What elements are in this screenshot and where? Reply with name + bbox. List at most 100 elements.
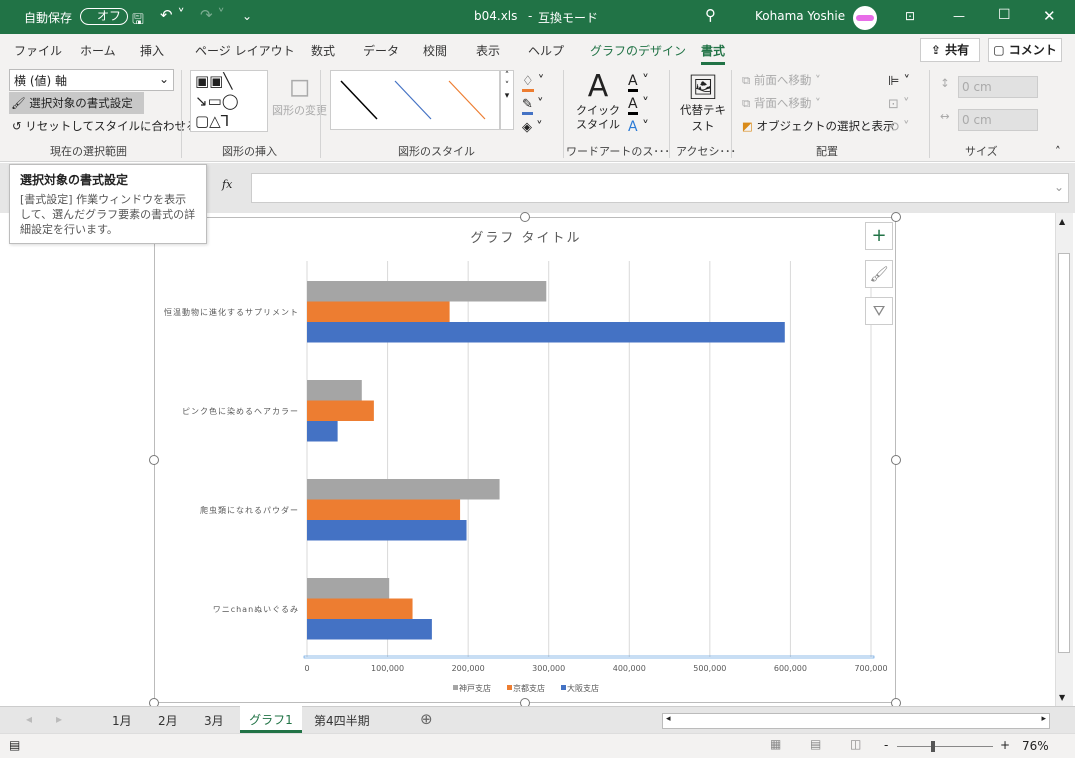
sheet-tab[interactable]: 2月 [158,712,178,729]
user-name[interactable]: Kohama Yoshie [755,9,845,23]
width-input[interactable]: 0 cm [958,109,1038,131]
bar[interactable] [307,578,390,599]
align-group-rotate[interactable]: ⊫ ˅ ⊡ ˅ ⟲ ˅ [888,70,910,139]
sheet-tab[interactable]: 1月 [112,712,132,729]
tab-page-layout[interactable]: ページ レイアウト [195,42,295,59]
zoom-in-button[interactable]: + [1000,738,1010,752]
tick-label[interactable]: 100,000 [371,664,404,673]
tab-formulas[interactable]: 数式 [311,42,335,59]
category-label[interactable]: ワニchanぬいぐるみ [213,605,299,614]
tick-label[interactable]: 0 [304,664,309,673]
legend-entry[interactable]: 神戸支店 [459,683,491,693]
bar[interactable] [307,301,450,323]
tick-label[interactable]: 600,000 [774,664,807,673]
gallery-scroll[interactable]: ˄ ˅ ▾ [500,70,514,130]
bar[interactable] [307,400,374,422]
text-effects-icon[interactable]: A [628,119,638,135]
redo-icon[interactable]: ↷ ˅ [200,6,225,24]
collapse-ribbon-icon[interactable]: ˄ [1055,144,1061,158]
bring-forward-button[interactable]: ⧉ 前面へ移動 ˅ [742,72,821,88]
tab-data[interactable]: データ [363,42,399,59]
text-fill-icon[interactable]: A [628,73,638,92]
bar[interactable] [307,499,461,521]
sheet-tab-active[interactable]: グラフ1 [240,706,302,733]
text-fill-outline-effects[interactable]: A ˅ A ˅ A ˅ [628,70,649,139]
zoom-out-button[interactable]: - [884,738,888,752]
legend-swatch[interactable] [453,685,458,690]
fx-icon[interactable]: fx [222,178,232,191]
chart-styles-button[interactable]: 🖌 [865,260,893,288]
legend-swatch[interactable] [561,685,566,690]
group-icon[interactable]: ⊡ ˅ [888,97,910,112]
add-sheet-icon[interactable]: ⊕ [420,710,433,728]
save-icon[interactable]: 🖫 [132,9,144,33]
resize-handle[interactable] [149,455,159,465]
resize-handle[interactable] [891,455,901,465]
bar[interactable] [307,619,432,640]
resize-handle[interactable] [520,212,530,222]
rotate-icon[interactable]: ⟲ ˅ [888,120,910,135]
next-sheet-icon[interactable]: ▸ [56,712,62,726]
bar[interactable] [307,322,785,343]
quick-styles-button[interactable]: A クイック スタイル [572,70,624,132]
share-button[interactable]: ⇪ 共有 [920,38,980,62]
comment-button[interactable]: ▢ コメント [988,38,1062,62]
close-icon[interactable]: ✕ [1043,7,1056,25]
macro-record-icon[interactable]: ▤ [9,738,20,752]
axis-selection[interactable] [303,655,875,659]
tick-label[interactable]: 200,000 [452,664,485,673]
tick-label[interactable]: 500,000 [693,664,726,673]
shape-fill-icon[interactable]: ♢ [522,74,534,92]
shape-outline-icon[interactable]: ✎ [522,97,533,115]
format-selection-button[interactable]: 🖌 選択対象の書式設定 [9,92,144,114]
text-outline-icon[interactable]: A [628,96,638,115]
normal-view-icon[interactable]: ▦ [770,737,781,751]
sheet-tab[interactable]: 3月 [204,712,224,729]
page-layout-view-icon[interactable]: ▤ [810,737,821,751]
chart-area[interactable]: グラフ タイトル 恒温動物に進化するサプリメント ピンク色に染めるヘアカラー 爬虫類… [154,217,896,703]
ribbon-display-icon[interactable]: ⊡ [905,9,915,23]
shape-effects-icon[interactable]: ◈ [522,120,532,135]
chart-elements-button[interactable]: + [865,222,893,250]
height-input[interactable]: 0 cm [958,76,1038,98]
tick-label[interactable]: 400,000 [613,664,646,673]
tab-format[interactable]: 書式 [701,42,726,65]
tab-view[interactable]: 表示 [476,42,500,59]
mode-label[interactable]: 互換モード [538,9,598,26]
search-icon[interactable]: ⚲ [705,6,716,24]
tab-chart-design[interactable]: グラフのデザイン [590,42,686,59]
resize-handle[interactable] [891,212,901,222]
maximize-icon[interactable]: ☐ [998,7,1011,23]
chart-filters-button[interactable]: ⛛ [865,297,893,325]
bar[interactable] [307,598,413,620]
zoom-level[interactable]: 76% [1022,739,1049,753]
tab-home[interactable]: ホーム [80,42,116,59]
tab-file[interactable]: ファイル [14,42,62,59]
tab-review[interactable]: 校閲 [423,42,447,59]
minimize-icon[interactable]: — [953,9,965,23]
avatar[interactable] [853,6,877,30]
prev-sheet-icon[interactable]: ◂ [26,712,32,726]
send-backward-button[interactable]: ⧉ 背面へ移動 ˅ [742,95,821,111]
reset-style-button[interactable]: ↺ リセットしてスタイルに合わせる [12,118,197,134]
align-icon[interactable]: ⊫ [888,74,899,89]
change-shape-button[interactable]: ◻ 図形の変更 [272,72,327,118]
zoom-slider[interactable] [897,741,993,752]
horizontal-scrollbar[interactable]: ◂ ▸ [662,713,1050,729]
bar[interactable] [307,520,467,541]
category-label[interactable]: ピンク色に染めるヘアカラー [182,406,299,416]
formula-input[interactable]: ⌄ [251,173,1069,203]
vertical-scrollbar[interactable]: ▲ ▼ [1055,213,1073,706]
category-label[interactable]: 恒温動物に進化するサプリメント [164,307,299,317]
shape-style-gallery[interactable] [330,70,500,130]
chart-element-dropdown[interactable]: 横 (値) 軸 ⌄ [9,69,174,91]
legend-entry[interactable]: 大阪支店 [567,683,599,693]
shape-gallery[interactable]: ▣▣╲ ↘▭◯ ▢△⅂ [190,70,268,132]
undo-icon[interactable]: ↶ ˅ [160,6,185,24]
bar[interactable] [307,380,362,401]
sheet-tab[interactable]: 第4四半期 [314,712,370,729]
shape-fill-outline-effects[interactable]: ♢ ˅ ✎ ˅ ◈ ˅ [522,70,544,139]
alt-text-button[interactable]: 🖼 代替テキスト [680,72,726,134]
legend-entry[interactable]: 京都支店 [513,683,545,693]
bar[interactable] [307,281,547,302]
